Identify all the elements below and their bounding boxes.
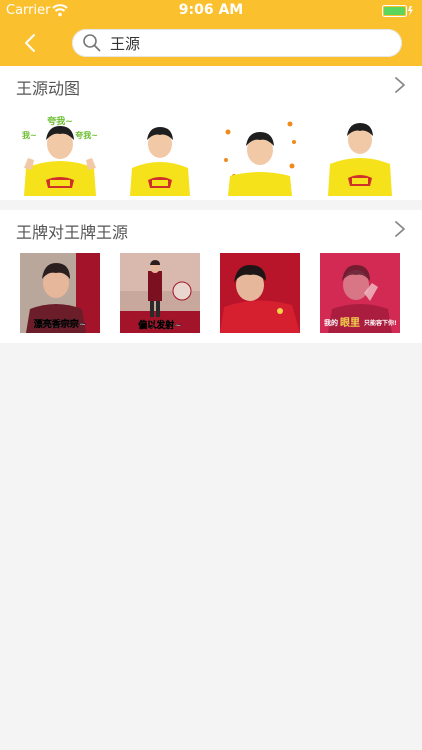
gif-caption: 漂亮香宗宗~	[34, 318, 87, 330]
gif-thumbnail[interactable]: 偏以发射~	[120, 253, 200, 333]
sticker-image: 夸我~ 我~ 夸我~	[20, 116, 100, 196]
sticker-image	[220, 116, 300, 196]
sticker-thumbnail[interactable]	[320, 116, 400, 196]
sticker-row: 夸我~ 我~ 夸我~	[0, 112, 422, 196]
sticker-caption-left: 我~	[22, 130, 37, 140]
section-wangyuan-gifs: 王源动图 夸我~ 我~ 夸我~	[0, 66, 422, 200]
chevron-right-icon	[395, 77, 405, 93]
sticker-caption-right: 夸我~	[75, 130, 98, 140]
section-title: 王源动图	[16, 79, 81, 98]
status-bar: Carrier 9:06 AM	[0, 0, 422, 22]
gif-image	[220, 253, 300, 333]
sticker-caption-top: 夸我~	[47, 116, 73, 127]
gif-row: 漂亮香宗宗~ 偏以发射~ 我的 眼里 只能容下你!	[0, 253, 422, 338]
gif-caption: 偏以发射~	[138, 319, 182, 331]
sticker-thumbnail[interactable]	[220, 116, 300, 196]
back-button[interactable]	[20, 32, 42, 54]
gif-caption-b: 眼里	[340, 317, 360, 329]
gif-image: 我的 眼里 只能容下你!	[320, 253, 400, 333]
gif-thumbnail[interactable]: 我的 眼里 只能容下你!	[320, 253, 400, 333]
gif-caption-a: 我的	[324, 318, 338, 327]
gif-thumbnail[interactable]: 漂亮香宗宗~	[20, 253, 100, 333]
sticker-image	[320, 116, 400, 196]
search-icon	[83, 34, 101, 52]
section-title: 王牌对王牌王源	[16, 223, 129, 242]
gif-image: 偏以发射~	[120, 253, 200, 333]
search-input[interactable]	[108, 33, 392, 53]
gif-thumbnail[interactable]	[220, 253, 300, 333]
search-bar[interactable]	[72, 29, 402, 57]
empty-content-area	[0, 343, 422, 750]
nav-header: Carrier 9:06 AM	[0, 0, 422, 66]
gif-image: 漂亮香宗宗~	[20, 253, 100, 333]
status-time: 9:06 AM	[178, 2, 244, 18]
section-ace-vs-ace: 王牌对王牌王源 漂亮香宗宗~ 偏以发射~ 我的 眼里 只能容下你!	[0, 210, 422, 343]
sticker-image	[120, 116, 200, 196]
sticker-thumbnail[interactable]: 夸我~ 我~ 夸我~	[20, 116, 100, 196]
sticker-thumbnail[interactable]	[120, 116, 200, 196]
gif-caption-c: 只能容下你!	[364, 319, 397, 327]
chevron-right-icon	[395, 221, 405, 237]
section-header[interactable]: 王源动图	[0, 66, 422, 104]
section-header[interactable]: 王牌对王牌王源	[0, 210, 422, 248]
battery-icon	[382, 5, 413, 17]
